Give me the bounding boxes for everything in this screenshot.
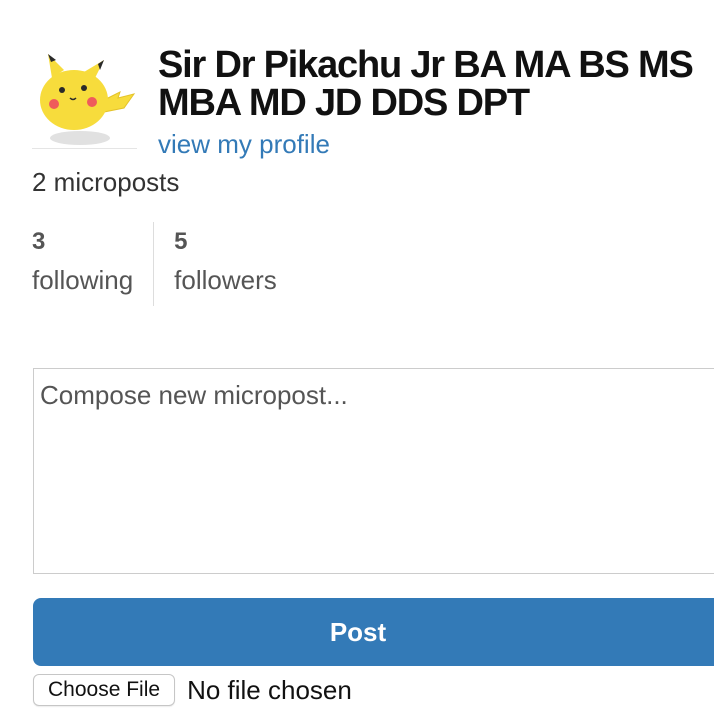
post-button[interactable]: Post (33, 598, 714, 666)
following-label: following (32, 265, 134, 295)
image-upload: Choose File No file chosen (33, 672, 352, 708)
user-info-page: Sir Dr Pikachu Jr BA MA BS MS MBA MD JD … (0, 0, 714, 713)
followers-label: followers (174, 265, 277, 295)
pikachu-avatar-icon (40, 54, 136, 145)
user-avatar[interactable] (34, 50, 139, 150)
view-profile-link[interactable]: view my profile (158, 128, 330, 160)
stats: 3 following 5 followers (32, 222, 297, 306)
followers-stat[interactable]: 5 followers (153, 222, 297, 306)
micropost-input[interactable] (33, 368, 714, 574)
following-count: 3 (32, 228, 46, 255)
micropost-count: 2 microposts (32, 167, 180, 197)
file-status: No file chosen (187, 674, 352, 705)
user-name: Sir Dr Pikachu Jr BA MA BS MS MBA MD JD … (158, 44, 694, 124)
followers-count: 5 (174, 228, 188, 255)
user-info: Sir Dr Pikachu Jr BA MA BS MS MBA MD JD … (32, 42, 714, 172)
avatar-divider (32, 148, 137, 149)
following-stat[interactable]: 3 following (32, 222, 153, 306)
choose-file-button[interactable]: Choose File (33, 674, 176, 706)
